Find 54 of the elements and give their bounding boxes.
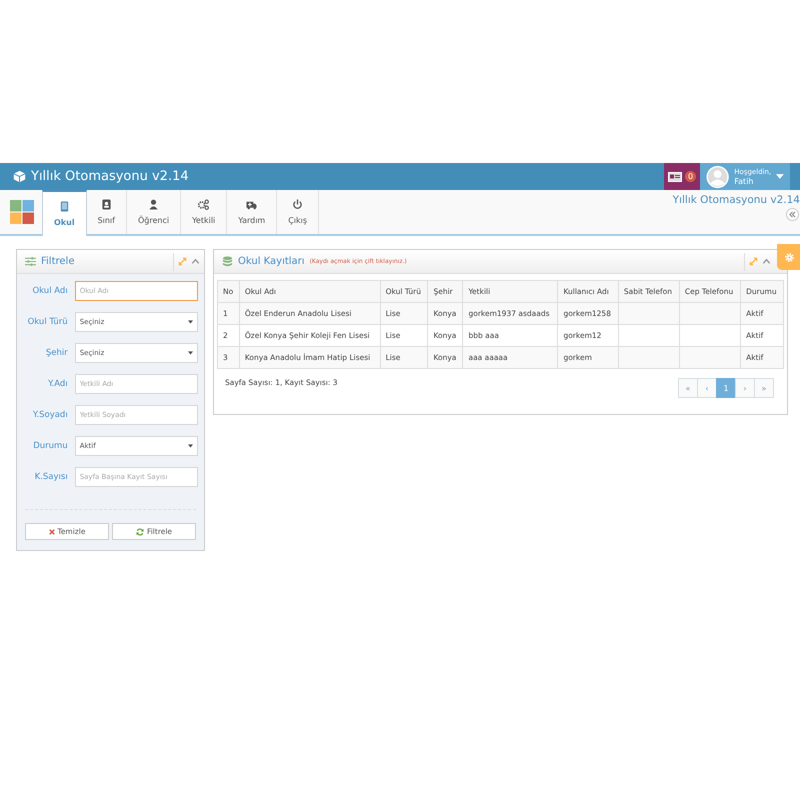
settings-button[interactable] xyxy=(777,244,800,270)
ambulance-icon xyxy=(246,199,258,210)
gear-icon xyxy=(784,252,794,262)
fullscreen-button[interactable] xyxy=(748,257,759,266)
nav-tab[interactable]: Yardım xyxy=(227,190,278,234)
nav-tab[interactable]: Öğrenci xyxy=(126,190,182,234)
field-label: Y.Soyadı xyxy=(32,410,68,420)
tablet-icon xyxy=(58,201,70,212)
nav-tab[interactable]: Sınıf xyxy=(86,190,127,234)
page-title: Yıllık Otomasyonu v2.14 xyxy=(672,194,800,206)
double-chevron-icon xyxy=(789,211,796,218)
notification-badge: 0 xyxy=(685,171,696,182)
address-book-icon xyxy=(100,199,112,210)
nav-tab[interactable]: Yetkili xyxy=(181,190,228,234)
expand-icon xyxy=(178,257,187,266)
avatar-icon xyxy=(706,164,730,188)
nav-tab[interactable]: Okul xyxy=(42,190,87,236)
nav-tab[interactable]: Çıkış xyxy=(277,190,320,234)
power-icon xyxy=(292,199,304,210)
expand-icon xyxy=(749,257,758,266)
dropdown-arrow-icon xyxy=(188,444,193,448)
gears-icon xyxy=(198,199,210,210)
panel-title: Okul Kayıtları xyxy=(238,256,305,267)
card-icon xyxy=(668,172,682,182)
chevron-up-icon xyxy=(762,257,771,266)
table-cell xyxy=(618,302,680,324)
collapse-sidebar-button[interactable] xyxy=(786,208,799,221)
logo-icon xyxy=(10,200,34,224)
caret-icon xyxy=(776,174,784,179)
field-label: Y.Adı xyxy=(47,379,68,389)
panel-title: Filtrele xyxy=(41,256,74,267)
close-icon xyxy=(48,528,55,534)
dropdown-arrow-icon xyxy=(188,351,193,355)
user-name: Fatih xyxy=(734,176,754,186)
fullscreen-button[interactable] xyxy=(177,257,188,266)
dropdown-arrow-icon xyxy=(188,320,193,324)
table-cell xyxy=(618,346,680,368)
user-icon xyxy=(148,199,160,210)
field-label: Durumu xyxy=(32,441,68,451)
field-label: K.Sayısı xyxy=(34,472,68,482)
field-label: Okul Adı xyxy=(31,286,68,296)
collapse-button[interactable] xyxy=(761,257,772,266)
refresh-icon xyxy=(136,528,144,536)
app-title: Yıllık Otomasyonu v2.14 xyxy=(31,169,189,184)
field-label: Okul Türü xyxy=(26,317,68,327)
table-cell xyxy=(679,302,741,324)
field-label: Şehir xyxy=(44,348,68,358)
database-icon xyxy=(222,256,233,267)
notification-button[interactable]: 0 xyxy=(664,163,700,190)
table-cell xyxy=(679,346,741,368)
chevron-up-icon xyxy=(191,257,200,266)
sliders-icon xyxy=(25,256,36,267)
collapse-button[interactable] xyxy=(190,257,201,266)
cube-icon xyxy=(13,170,26,183)
